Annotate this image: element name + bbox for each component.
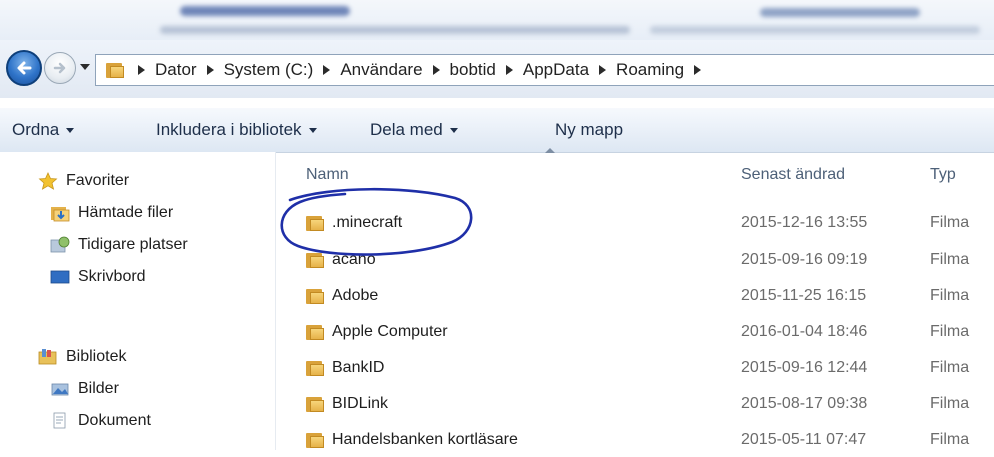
caret-down-icon (66, 127, 75, 133)
nav-downloads[interactable]: Hämtade filer (50, 204, 173, 222)
breadcrumb-appdata[interactable]: AppData (523, 60, 589, 80)
breadcrumb-anvandare[interactable]: Användare (340, 60, 422, 80)
column-header-type[interactable]: Typ (930, 166, 956, 184)
star-icon (38, 172, 58, 190)
recent-places-icon (50, 236, 70, 253)
file-date: 2015-09-16 12:44 (741, 359, 868, 376)
file-type: Filma (930, 287, 970, 304)
file-list: Namn Senast ändrad Typ .minecraft 2015-1… (275, 152, 994, 450)
file-type: Filma (930, 251, 970, 268)
nav-recent-places-label: Tidigare platser (78, 236, 188, 253)
share-with-label: Dela med (370, 120, 443, 139)
file-type: Filma (930, 431, 970, 448)
breadcrumb-system-c[interactable]: System (C:) (224, 60, 314, 80)
nav-desktop[interactable]: Skrivbord (50, 268, 146, 286)
recent-pages-dropdown[interactable] (80, 64, 90, 70)
table-row[interactable]: .minecraft 2015-12-16 13:55 Filma (276, 210, 994, 240)
folder-icon (306, 360, 324, 376)
nav-libraries[interactable]: Bibliotek (38, 348, 126, 366)
folder-icon (306, 288, 324, 304)
folder-icon (306, 324, 324, 340)
file-type: Filma (930, 214, 970, 231)
new-folder-label: Ny mapp (555, 120, 624, 139)
forward-button[interactable] (44, 52, 76, 84)
breadcrumb-roaming[interactable]: Roaming (616, 60, 684, 80)
file-name: Apple Computer (332, 323, 448, 340)
chevron-right-icon[interactable] (505, 65, 513, 75)
file-name: BIDLink (332, 395, 389, 412)
share-with-button[interactable]: Dela med (370, 120, 458, 140)
organize-label: Ordna (12, 120, 60, 139)
arrow-left-icon (17, 61, 32, 75)
file-name: acano (332, 251, 376, 268)
include-in-library-button[interactable]: Inkludera i bibliotek (156, 120, 317, 140)
desktop-icon (50, 270, 70, 284)
caret-down-icon (308, 127, 317, 133)
address-bar[interactable]: Dator System (C:) Användare bobtid AppDa… (95, 54, 994, 86)
chevron-right-icon[interactable] (694, 65, 702, 75)
chevron-right-icon[interactable] (323, 65, 331, 75)
pictures-library-icon (51, 383, 69, 396)
file-date: 2015-08-17 09:38 (741, 395, 868, 412)
file-name: Handelsbanken kortläsare (332, 431, 518, 448)
nav-documents-label: Dokument (78, 412, 151, 429)
chevron-right-icon[interactable] (599, 65, 607, 75)
chevron-right-icon[interactable] (432, 65, 440, 75)
nav-favorites-label: Favoriter (66, 172, 130, 189)
column-header-name[interactable]: Namn (306, 166, 349, 184)
file-name: Adobe (332, 287, 379, 304)
table-row[interactable]: BankID 2015-09-16 12:44 Filma (276, 355, 994, 385)
blurred-right-text (760, 8, 920, 17)
arrow-right-icon (53, 62, 66, 74)
nav-documents[interactable]: Dokument (50, 412, 151, 430)
chevron-right-icon[interactable] (138, 65, 145, 75)
organize-button[interactable]: Ordna (12, 120, 75, 140)
nav-favorites[interactable]: Favoriter (38, 172, 129, 190)
blurred-right-text-2 (650, 26, 980, 34)
file-date: 2015-12-16 13:55 (741, 214, 868, 231)
file-date: 2016-01-04 18:46 (741, 323, 868, 340)
breadcrumb-bobtid[interactable]: bobtid (450, 60, 496, 80)
table-row[interactable]: Handelsbanken kortläsare 2015-05-11 07:4… (276, 427, 994, 457)
breadcrumb-dator[interactable]: Dator (155, 60, 197, 80)
title-bar (0, 0, 994, 40)
navigation-bar: Dator System (C:) Användare bobtid AppDa… (0, 40, 994, 98)
file-date: 2015-09-16 09:19 (741, 251, 868, 268)
file-type: Filma (930, 395, 970, 412)
file-date: 2015-05-11 07:47 (741, 431, 867, 448)
table-row[interactable]: BIDLink 2015-08-17 09:38 Filma (276, 391, 994, 421)
file-date: 2015-11-25 16:15 (741, 287, 867, 304)
table-row[interactable]: Apple Computer 2016-01-04 18:46 Filma (276, 319, 994, 349)
libraries-icon (38, 349, 57, 365)
nav-desktop-label: Skrivbord (78, 268, 146, 285)
folder-icon (306, 432, 324, 448)
folder-icon (306, 396, 324, 412)
include-in-library-label: Inkludera i bibliotek (156, 120, 302, 139)
column-header-date-modified[interactable]: Senast ändrad (741, 166, 845, 184)
nav-recent-places[interactable]: Tidigare platser (50, 236, 188, 254)
documents-library-icon (53, 412, 66, 429)
nav-downloads-label: Hämtade filer (78, 204, 174, 221)
file-name: BankID (332, 359, 385, 376)
chevron-right-icon[interactable] (206, 65, 214, 75)
table-row[interactable]: acano 2015-09-16 09:19 Filma (276, 247, 994, 277)
nav-pictures-label: Bilder (78, 380, 119, 397)
caret-down-icon (449, 127, 458, 133)
new-folder-button[interactable]: Ny mapp (555, 120, 623, 140)
nav-pictures[interactable]: Bilder (50, 380, 119, 398)
table-row[interactable]: Adobe 2015-11-25 16:15 Filma (276, 283, 994, 313)
folder-icon (106, 62, 124, 78)
folder-icon (306, 215, 324, 231)
back-button[interactable] (6, 50, 42, 86)
file-name: .minecraft (332, 214, 403, 231)
nav-libraries-label: Bibliotek (66, 348, 127, 365)
folder-icon (306, 252, 324, 268)
file-type: Filma (930, 323, 970, 340)
file-type: Filma (930, 359, 970, 376)
navigation-pane: Favoriter Hämtade filer Tidigare platser… (0, 152, 275, 450)
blurred-title (180, 6, 350, 16)
command-toolbar: Ordna Inkludera i bibliotek Dela med Ny … (0, 108, 994, 153)
downloads-folder-icon (51, 207, 70, 222)
blurred-subtitle (160, 26, 630, 34)
